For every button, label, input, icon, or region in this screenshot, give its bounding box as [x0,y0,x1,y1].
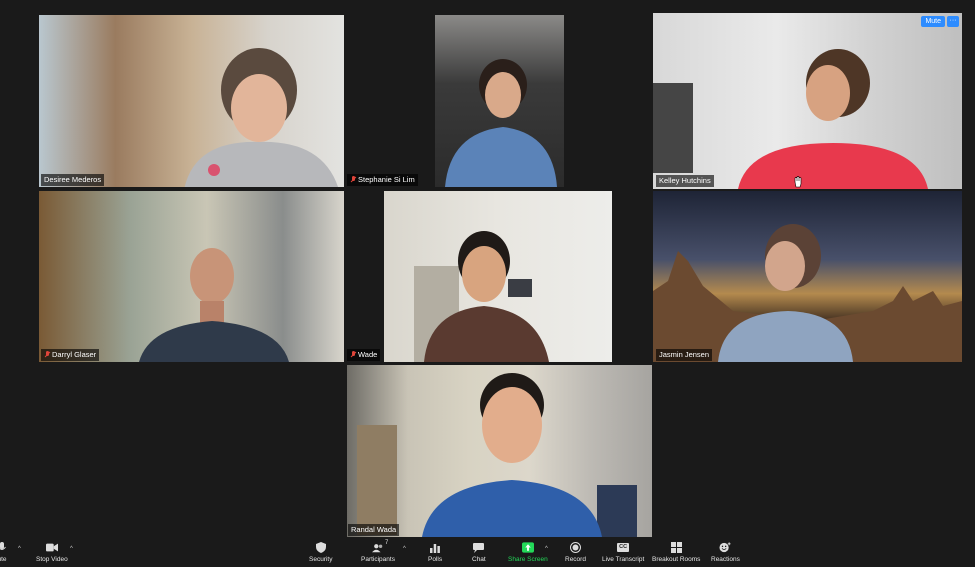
participant-name: Wade [358,350,378,359]
background-bulletin-board [357,425,397,535]
participant-video-darryl [139,248,289,362]
participant-video-jasmin [718,224,853,362]
closed-caption-icon: CC [617,542,630,553]
record-button[interactable]: Record [565,542,586,563]
participant-name: Randal Wada [351,525,397,534]
stop-video-button[interactable]: Stop Video [36,542,68,563]
participant-name-tag: Stephanie Si Lim [347,174,418,186]
video-options-chevron-up-icon[interactable]: ^ [70,546,73,552]
reactions-button[interactable]: Reactions [711,542,740,563]
shield-icon [315,542,327,553]
chat-bubble-icon [473,542,485,553]
participant-name: Darryl Glaser [52,350,97,359]
smiley-add-icon [719,542,731,553]
polls-label: Polls [428,556,443,563]
security-button[interactable]: Security [309,542,332,563]
participant-name: Kelley Hutchins [659,176,711,185]
share-screen-icon [521,542,534,553]
participant-name-tag: Kelley Hutchins [656,175,714,187]
mute-button[interactable]: ute [0,542,8,563]
mute-label: ute [0,556,7,563]
chat-button[interactable]: Chat [472,542,486,563]
audio-options-chevron-up-icon[interactable]: ^ [18,546,21,552]
meeting-toolbar: ute ^ Stop Video ^ Security 7 Participan… [0,540,975,567]
share-screen-label: Share Screen [508,556,548,563]
participant-name: Jasmin Jensen [659,350,710,359]
participant-name-tag: Jasmin Jensen [656,349,713,361]
participants-count: 7 [384,540,389,546]
closed-caption-icon-text: CC [617,543,630,552]
participant-video-randal [422,373,602,537]
mute-participant-button[interactable]: Mute [921,16,945,27]
participant-name-tag: Darryl Glaser [41,349,100,361]
share-options-chevron-up-icon[interactable]: ^ [545,546,548,552]
breakout-rooms-label: Breakout Rooms [652,556,701,563]
participant-name-tag: Randal Wada [348,524,400,536]
record-label: Record [565,556,586,563]
microphone-icon [0,542,8,553]
video-tile-kelley-hutchins[interactable]: Mute ··· Kelley Hutchins [653,13,962,189]
muted-mic-icon [44,351,50,359]
participants-label: Participants [361,556,395,563]
stop-video-label: Stop Video [36,556,68,563]
video-tile-wade[interactable]: Wade [344,191,653,362]
more-options-button[interactable]: ··· [947,16,959,27]
participant-name-tag: Desiree Mederos [41,174,105,186]
security-label: Security [309,556,333,563]
participant-name-tag: Wade [347,349,381,361]
live-transcript-button[interactable]: CC Live Transcript [602,542,644,563]
muted-mic-icon [350,351,356,359]
participant-video-kelley [738,49,928,189]
participant-video-stephanie [445,59,557,187]
video-tile-desiree-mederos[interactable]: Desiree Mederos [39,15,344,187]
live-transcript-label: Live Transcript [602,556,645,563]
muted-mic-icon [350,176,356,184]
participant-name: Desiree Mederos [44,175,102,184]
bar-chart-icon [429,542,441,553]
video-camera-icon [45,542,58,553]
participant-video-desiree [184,48,338,187]
participants-button[interactable]: 7 Participants [361,540,395,563]
background-shelf [653,83,693,173]
reactions-label: Reactions [711,556,740,563]
record-icon [569,542,581,553]
breakout-rooms-button[interactable]: Breakout Rooms [652,542,700,563]
video-tile-randal-wada[interactable]: Randal Wada [347,365,652,537]
participants-icon: 7 [371,540,388,553]
breakout-rooms-icon [670,542,682,553]
participant-name: Stephanie Si Lim [358,175,415,184]
video-tile-jasmin-jensen[interactable]: Jasmin Jensen [653,191,962,362]
video-tile-stephanie-si-lim[interactable]: Stephanie Si Lim [344,15,653,187]
chat-label: Chat [472,556,486,563]
hand-cursor-icon [794,176,802,188]
participants-options-chevron-up-icon[interactable]: ^ [403,546,406,552]
share-screen-button[interactable]: Share Screen [508,542,548,563]
video-tile-darryl-glaser[interactable]: Darryl Glaser [39,191,344,362]
polls-button[interactable]: Polls [428,542,442,563]
participant-video-wade [424,231,549,362]
